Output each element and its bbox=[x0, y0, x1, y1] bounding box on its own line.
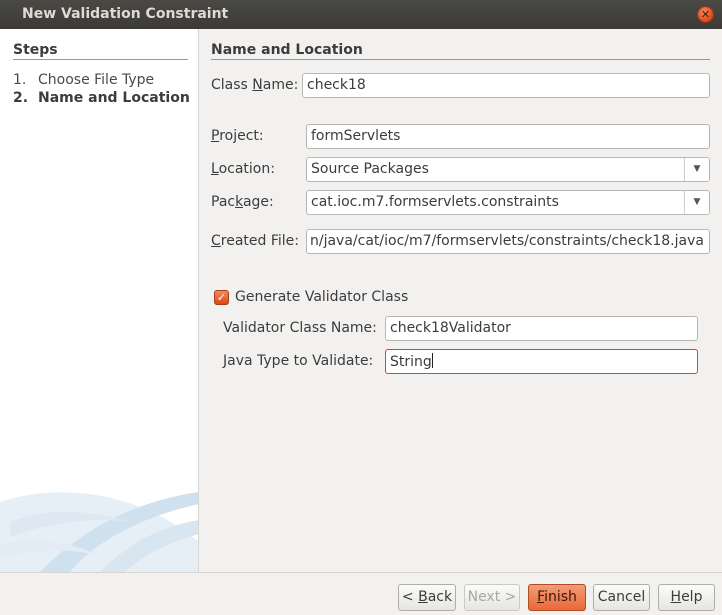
window-title: New Validation Constraint bbox=[22, 6, 229, 22]
button-bar: < Back Next > Finish Cancel Help bbox=[0, 572, 722, 615]
step-label: Choose File Type bbox=[38, 72, 155, 88]
netbeans-swoosh-graphic bbox=[0, 492, 198, 572]
created-file-field: n/java/cat/ioc/m7/formservlets/constrain… bbox=[306, 229, 710, 254]
package-select[interactable]: cat.ioc.m7.formservlets.constraints ▼ bbox=[306, 190, 710, 215]
chevron-down-icon[interactable]: ▼ bbox=[684, 158, 709, 181]
step-number: 1. bbox=[13, 72, 27, 88]
step-number: 2. bbox=[13, 90, 29, 106]
main-panel: Name and Location Class Name: check18 Pr… bbox=[199, 29, 722, 572]
steps-heading: Steps bbox=[13, 42, 188, 60]
generate-validator-checkbox[interactable]: ✓ bbox=[214, 290, 229, 305]
location-value: Source Packages bbox=[311, 161, 429, 177]
chevron-down-icon[interactable]: ▼ bbox=[684, 191, 709, 214]
text-caret bbox=[431, 353, 433, 368]
back-button[interactable]: < Back bbox=[398, 584, 456, 611]
validator-class-name-label: Validator Class Name: bbox=[223, 320, 377, 336]
cancel-button[interactable]: Cancel bbox=[593, 584, 650, 611]
next-button[interactable]: Next > bbox=[464, 584, 520, 611]
step-label: Name and Location bbox=[38, 90, 190, 106]
location-select[interactable]: Source Packages ▼ bbox=[306, 157, 710, 182]
project-field: formServlets bbox=[306, 124, 710, 149]
location-label: Location: bbox=[211, 161, 275, 177]
section-heading: Name and Location bbox=[211, 42, 710, 60]
close-icon[interactable]: ✕ bbox=[697, 6, 714, 23]
created-file-label: Created File: bbox=[211, 233, 300, 249]
package-value: cat.ioc.m7.formservlets.constraints bbox=[311, 194, 559, 210]
validator-class-name-input[interactable]: check18Validator bbox=[385, 316, 698, 341]
steps-panel: Steps 1. Choose File Type 2. Name and Loca… bbox=[0, 29, 199, 572]
title-bar: New Validation Constraint ✕ bbox=[0, 0, 722, 29]
class-name-input[interactable]: check18 bbox=[302, 73, 710, 98]
class-name-label: Class Name: bbox=[211, 77, 299, 93]
finish-button[interactable]: Finish bbox=[528, 584, 586, 611]
package-label: Package: bbox=[211, 194, 274, 210]
java-type-label: Java Type to Validate: bbox=[223, 353, 374, 369]
generate-validator-label[interactable]: Generate Validator Class bbox=[235, 289, 408, 305]
help-button[interactable]: Help bbox=[658, 584, 715, 611]
java-type-input[interactable]: String bbox=[385, 349, 698, 374]
step-name-and-location: 2. Name and Location bbox=[13, 90, 190, 106]
project-label: Project: bbox=[211, 128, 264, 144]
step-choose-file-type: 1. Choose File Type bbox=[13, 72, 154, 88]
